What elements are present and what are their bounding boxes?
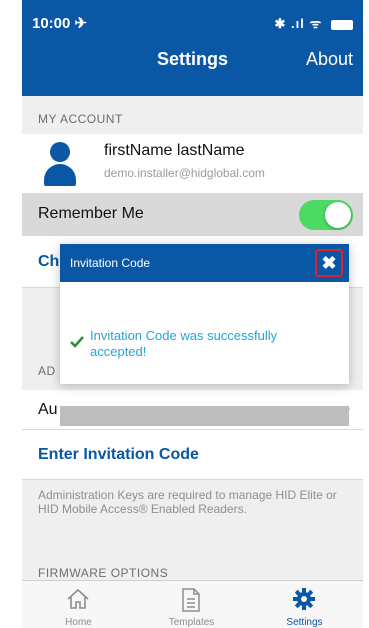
status-indicators: ✱ .ıl ᯤ [275,14,353,32]
dialog-footer-bar [60,406,349,426]
phone-screen: 10:00 ✈ ✱ .ıl ᯤ Settings About MY ACCOUN… [22,0,363,628]
status-time: 10:00 ✈ [32,15,88,32]
battery-icon [331,19,353,30]
avatar-icon [44,142,76,186]
tab-home[interactable]: Home [22,581,135,628]
tab-home-label: Home [65,617,92,628]
my-account-header: MY ACCOUNT [38,112,123,126]
home-icon [67,588,89,609]
dialog-header: Invitation Code ✖ [60,244,349,282]
dialog-title: Invitation Code [70,256,151,270]
remember-me-label: Remember Me [38,205,144,222]
enter-invitation-code-label: Enter Invitation Code [38,446,199,463]
status-icons: ✱ .ıl ᯤ [274,16,323,31]
about-button[interactable]: About [306,49,353,70]
toggle-knob [325,202,351,228]
top-bar: 10:00 ✈ ✱ .ıl ᯤ Settings About [22,0,363,96]
close-icon: ✖ [321,253,337,273]
account-name: firstName lastName [104,142,245,159]
gear-icon [293,588,315,610]
account-cell[interactable]: firstName lastName demo.installer@hidglo… [22,134,363,194]
invitation-code-dialog: Invitation Code ✖ Invitation Code was su… [60,244,349,384]
tab-settings[interactable]: Settings [248,581,361,628]
admin-description: Administration Keys are required to mana… [38,488,337,516]
account-email: demo.installer@hidglobal.com [104,166,265,180]
document-icon [182,588,200,612]
success-message: Invitation Code was successfully accepte… [90,328,278,359]
checkmark-icon [70,336,84,348]
remember-me-toggle[interactable] [299,200,353,230]
tab-bar: Home Templates Settings [22,580,363,628]
enter-invitation-code-cell[interactable]: Enter Invitation Code [22,430,363,480]
admin-row-label: Au [38,401,58,418]
tab-templates-label: Templates [168,617,215,628]
close-button[interactable]: ✖ [315,249,343,277]
change-label: Ch [38,253,60,270]
firmware-options-header: FIRMWARE OPTIONS [38,566,169,580]
tab-settings-label: Settings [286,617,323,628]
tab-templates[interactable]: Templates [135,581,248,628]
remember-me-cell: Remember Me [22,194,363,236]
